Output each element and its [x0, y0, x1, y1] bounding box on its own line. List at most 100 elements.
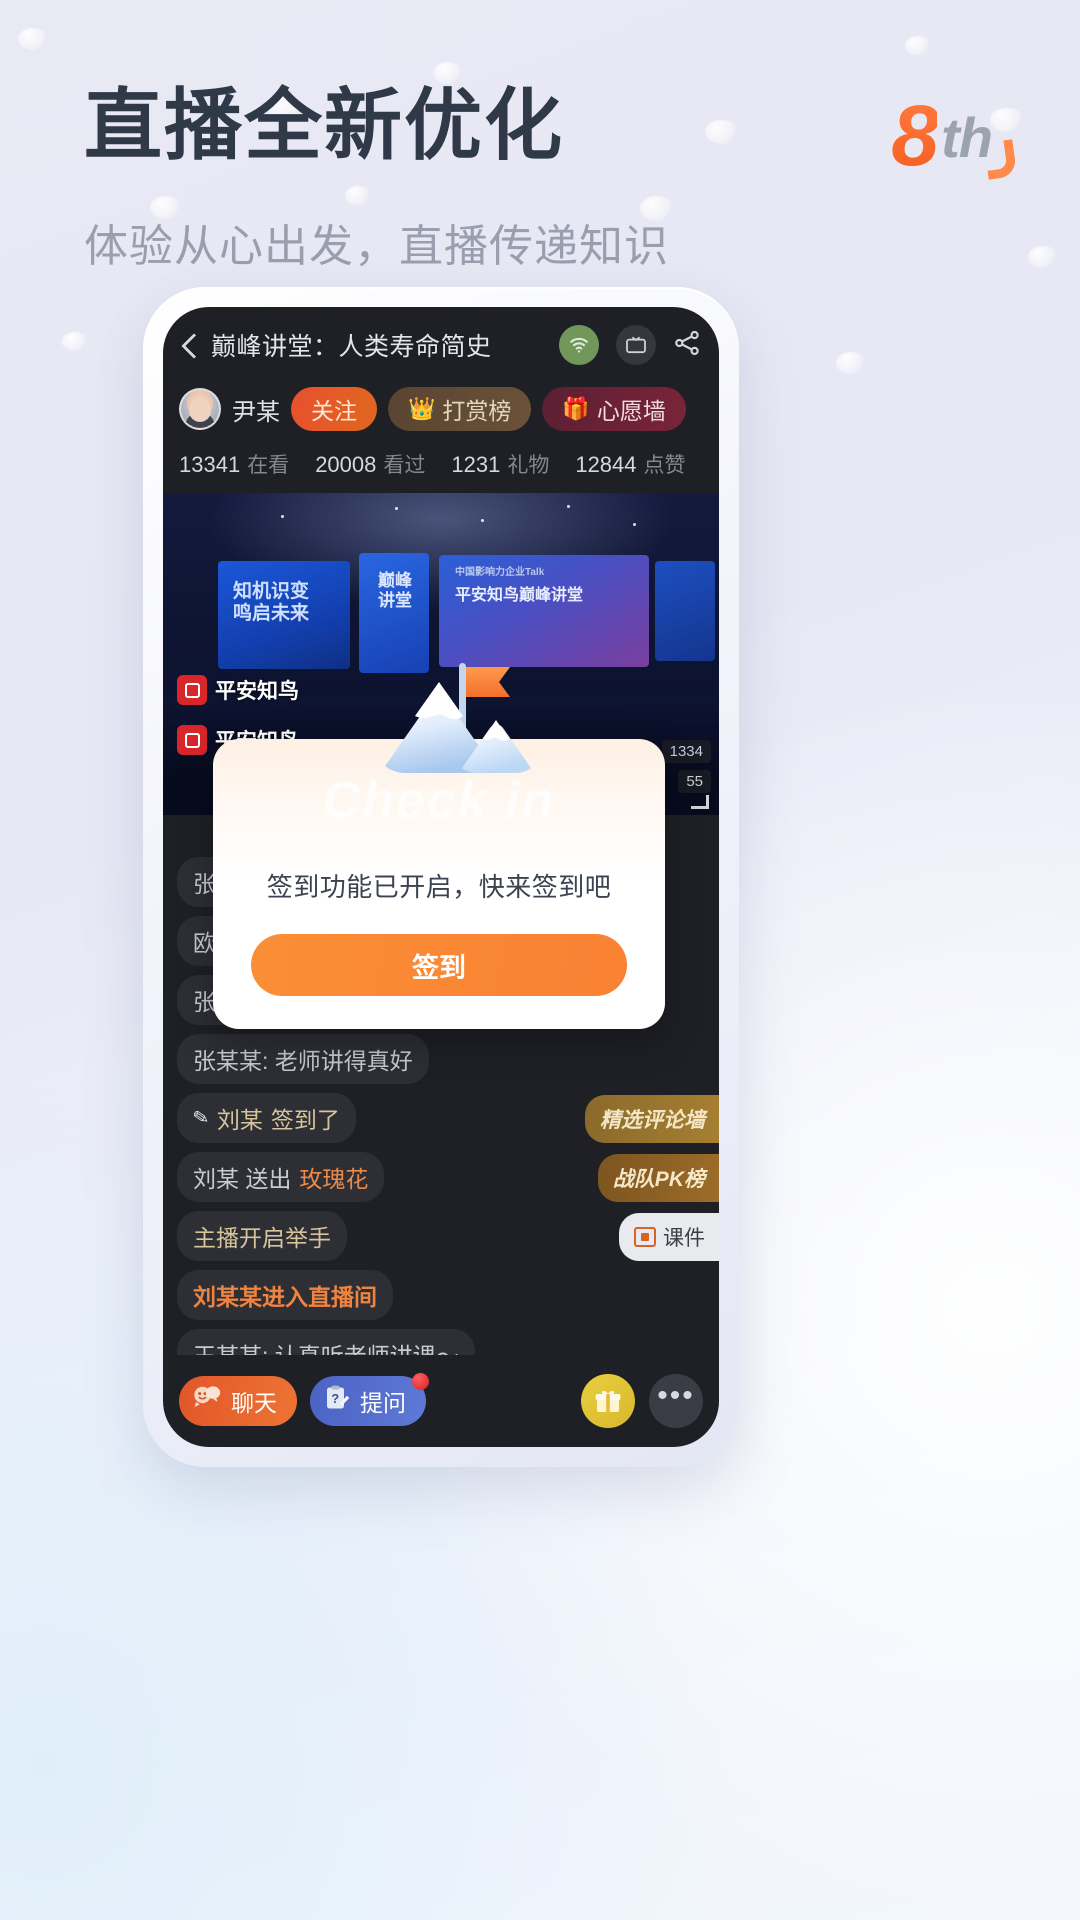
sparkle — [567, 505, 570, 508]
hero-text-block: 直播全新优化 体验从心出发，直播传递知识 — [84, 86, 1004, 274]
chat-message-row: 王某某: 认真听老师讲课～ — [177, 1329, 705, 1355]
chat-message[interactable]: 张某某: 老师讲得真好 — [177, 1034, 429, 1084]
chat-bubbles-icon — [192, 1385, 222, 1417]
gift-box-icon: 🎁 — [562, 396, 590, 421]
sparkle — [633, 523, 636, 526]
video-badge-time: 55 — [678, 770, 711, 793]
stage-screen-far — [655, 561, 715, 661]
stage-text-right-small: 中国影响力企业Talk — [455, 567, 545, 578]
chat-message-row: 张某某: 老师讲得真好 — [177, 1034, 705, 1093]
svg-text:?: ? — [331, 1391, 339, 1406]
sparkle — [481, 519, 484, 522]
anniversary-logo: 8 th — [891, 84, 1008, 184]
stat-label: 礼物 — [507, 454, 550, 477]
chat-message-text: 王某某: 认真听老师讲课～ — [193, 1337, 459, 1355]
stat-label: 点赞 — [643, 454, 686, 477]
chat-message-text: 刘某 — [216, 1107, 263, 1133]
chat-message[interactable]: 王某某: 认真听老师讲课～ — [177, 1329, 475, 1355]
wifi-icon[interactable] — [559, 325, 599, 365]
wish-wall-button[interactable]: 🎁 心愿墙 — [542, 387, 686, 431]
chat-message-text: 玫瑰花 — [299, 1166, 369, 1192]
check-in-modal: Check in 签到功能已开启，快来签到吧 签到 — [213, 663, 665, 1029]
phone-screen: 巅峰讲堂：人类寿命简史 尹某 关注 👑 打赏榜 🎁 心愿墙 13341 在看 2… — [163, 307, 719, 1447]
fullscreen-icon[interactable] — [691, 795, 709, 809]
stat-item: 20008 看过 — [315, 449, 425, 479]
pencil-icon: ✎ — [191, 1106, 211, 1130]
check-in-message: 签到功能已开启，快来签到吧 — [266, 872, 612, 902]
bokeh-dot — [905, 36, 931, 55]
more-options-button[interactable]: ••• — [649, 1374, 703, 1428]
chat-message[interactable]: ✎ 刘某 签到了 — [177, 1093, 356, 1143]
sparkle — [281, 515, 284, 518]
stage-text-left: 知机识变 鸣启未来 — [233, 581, 310, 624]
reward-board-button[interactable]: 👑 打赏榜 — [388, 387, 532, 431]
chat-message-text: 刘某 送出 — [193, 1166, 292, 1192]
stat-value: 20008 — [315, 452, 377, 477]
logo-swoosh-icon — [986, 144, 1008, 178]
featured-comment-wall-label: 精选评论墙 — [600, 1109, 705, 1132]
bokeh-dot — [62, 332, 88, 351]
brand-logo-icon — [177, 725, 207, 755]
tv-icon[interactable] — [616, 325, 656, 365]
wish-wall-label: 心愿墙 — [596, 398, 666, 424]
courseware-button[interactable]: 课件 — [619, 1213, 719, 1261]
team-pk-board-button[interactable]: 战队PK榜 — [597, 1154, 719, 1202]
chat-message-row: 刘某某进入直播间 — [177, 1270, 705, 1329]
chat-message[interactable]: 刘某 送出 玫瑰花 — [177, 1152, 385, 1202]
gift-icon — [595, 1391, 621, 1412]
chat-message[interactable]: 刘某某进入直播间 — [177, 1270, 393, 1320]
stage-text-center: 巅峰 讲堂 — [378, 571, 412, 610]
follow-button[interactable]: 关注 — [291, 387, 377, 431]
chat-label: 聊天 — [231, 1390, 277, 1416]
chat-message-text: 张某某: 老师讲得真好 — [193, 1048, 413, 1074]
chevron-left-icon[interactable] — [177, 332, 203, 358]
ask-label: 提问 — [360, 1390, 406, 1416]
crown-icon: 👑 — [408, 396, 436, 421]
logo-number: 8 — [891, 87, 939, 184]
chat-message-text: 主播开启举手 — [193, 1225, 331, 1251]
bokeh-dot — [836, 352, 866, 374]
stat-item: 13341 在看 — [179, 449, 289, 479]
stat-item: 1231 礼物 — [451, 449, 549, 479]
reward-board-label: 打赏榜 — [442, 398, 512, 424]
logo-suffix: th — [941, 106, 993, 170]
chat-message-text: 刘某某进入直播间 — [193, 1284, 377, 1310]
question-card-icon: ? — [323, 1384, 351, 1418]
share-icon[interactable] — [673, 329, 701, 362]
gift-button[interactable] — [581, 1374, 635, 1428]
chat-message[interactable]: 主播开启举手 — [177, 1211, 347, 1261]
stat-value: 12844 — [575, 452, 637, 477]
anchor-row: 尹某 关注 👑 打赏榜 🎁 心愿墙 — [163, 383, 719, 431]
bokeh-dot — [1028, 246, 1058, 268]
stage-text-right: 平安知鸟巅峰讲堂 — [455, 587, 584, 604]
phone-mockup: 巅峰讲堂：人类寿命简史 尹某 关注 👑 打赏榜 🎁 心愿墙 13341 在看 2… — [143, 287, 739, 1467]
brand-logo-icon — [177, 675, 207, 705]
more-dots-icon: ••• — [657, 1379, 695, 1412]
header-icon-group — [559, 325, 701, 365]
anchor-name: 尹某 — [232, 398, 280, 426]
ask-question-button[interactable]: ? 提问 — [310, 1373, 429, 1426]
sparkle — [395, 507, 398, 510]
team-pk-board-label: 战队PK榜 — [612, 1168, 705, 1191]
check-in-button[interactable]: 签到 — [251, 934, 627, 996]
live-room-title: 巅峰讲堂：人类寿命简史 — [211, 333, 492, 361]
video-badge-count: 1334 — [661, 740, 711, 763]
stat-label: 在看 — [247, 454, 290, 477]
chat-message-text: 签到了 — [270, 1107, 340, 1133]
stat-value: 1231 — [451, 452, 501, 477]
right-floating-tabs: 精选评论墙 战队PK榜 课件 — [585, 1095, 719, 1261]
stat-item: 12844 点赞 — [575, 449, 685, 479]
snow-mountain-flag-icon — [309, 641, 569, 791]
chat-button[interactable]: 聊天 — [179, 1376, 297, 1426]
video-watermark-1: 平安知鸟 — [177, 675, 299, 705]
featured-comment-wall-button[interactable]: 精选评论墙 — [585, 1095, 719, 1143]
bottom-action-bar: 聊天 ? 提问 ••• — [163, 1355, 719, 1447]
avatar[interactable] — [179, 388, 221, 430]
notification-dot — [412, 1373, 429, 1390]
follow-label: 关注 — [311, 398, 357, 424]
stats-row: 13341 在看 20008 看过 1231 礼物 12844 点赞 — [163, 431, 719, 493]
stat-value: 13341 — [179, 452, 241, 477]
courseware-label: 课件 — [663, 1227, 705, 1250]
bottom-right-actions: ••• — [581, 1374, 703, 1428]
watermark-text: 平安知鸟 — [215, 680, 299, 703]
